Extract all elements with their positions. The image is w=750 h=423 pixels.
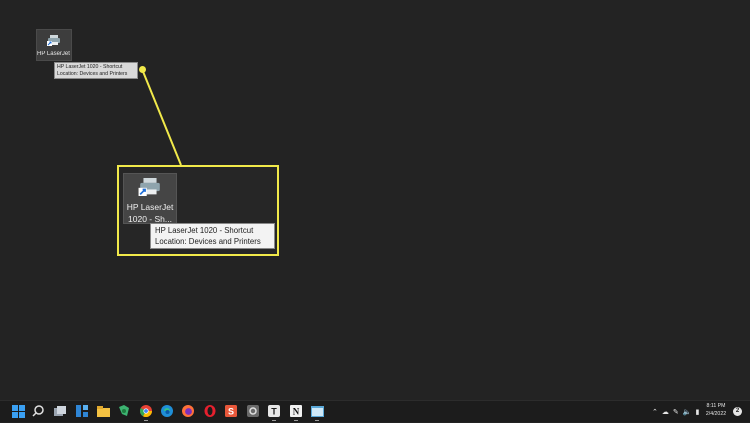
small-tooltip: HP LaserJet 1020 - Shortcut Location: De… — [54, 62, 138, 79]
zoomed-tooltip: HP LaserJet 1020 - Shortcut Location: De… — [150, 223, 275, 249]
battery-icon[interactable]: ▮ — [695, 408, 699, 416]
app-gear-icon[interactable] — [246, 404, 260, 418]
start-icon[interactable] — [11, 404, 25, 418]
search-icon[interactable] — [31, 404, 45, 418]
system-tray: ⌃ ☁ ✎ 🔈 ▮ — [652, 401, 703, 423]
task-view-icon[interactable] — [53, 404, 67, 418]
chrome-icon[interactable] — [139, 404, 153, 421]
printer-shortcut-label: HP LaserJet 1020 - Sh... — [37, 51, 71, 57]
app-s-icon[interactable]: S — [224, 404, 238, 418]
zoomed-tooltip-title: HP LaserJet 1020 - Shortcut — [155, 226, 254, 235]
clock-date: 2/4/2022 — [705, 410, 727, 417]
clock[interactable]: 8:11 PM 2/4/2022 — [705, 403, 727, 418]
svg-text:S: S — [228, 407, 234, 417]
callout-connector-line — [141, 68, 182, 166]
typora-icon[interactable]: T — [267, 404, 281, 421]
app-window-icon[interactable] — [310, 404, 324, 421]
svg-text:N: N — [293, 407, 300, 417]
file-explorer-icon[interactable] — [96, 404, 110, 418]
notion-icon[interactable]: N — [289, 404, 303, 421]
svg-text:T: T — [271, 407, 277, 417]
chevron-up-icon[interactable]: ⌃ — [652, 408, 658, 416]
speaker-icon[interactable]: 🔈 — [683, 408, 692, 416]
desktop[interactable]: HP LaserJet 1020 - Sh... HP LaserJet 102… — [0, 0, 750, 400]
small-tooltip-title: HP LaserJet 1020 - Shortcut — [57, 64, 123, 70]
language-icon[interactable]: ✎ — [673, 408, 679, 416]
taskbar: S T N ⌃ ☁ ✎ 🔈 ▮ 8:11 PM 2/4/2022 2 — [0, 400, 750, 422]
firefox-icon[interactable] — [181, 404, 195, 418]
zoomed-tooltip-location: Location: Devices and Printers — [155, 237, 261, 246]
printer-icon — [138, 178, 162, 201]
opera-icon[interactable] — [203, 404, 217, 418]
chat-app-icon[interactable] — [117, 404, 131, 418]
printer-shortcut-icon[interactable]: HP LaserJet 1020 - Sh... — [36, 29, 72, 61]
edge-icon[interactable] — [160, 404, 174, 418]
notification-badge[interactable]: 2 — [733, 407, 742, 416]
clock-time: 8:11 PM — [706, 403, 726, 409]
callout-anchor-dot — [139, 66, 146, 73]
printer-icon — [47, 33, 61, 51]
widgets-icon[interactable] — [75, 404, 89, 418]
zoomed-label-line1: HP LaserJet — [126, 202, 174, 212]
printer-shortcut-zoomed[interactable]: HP LaserJet 1020 - Sh... — [123, 173, 177, 224]
small-tooltip-location: Location: Devices and Printers — [57, 71, 128, 77]
onedrive-icon[interactable]: ☁ — [662, 408, 669, 416]
